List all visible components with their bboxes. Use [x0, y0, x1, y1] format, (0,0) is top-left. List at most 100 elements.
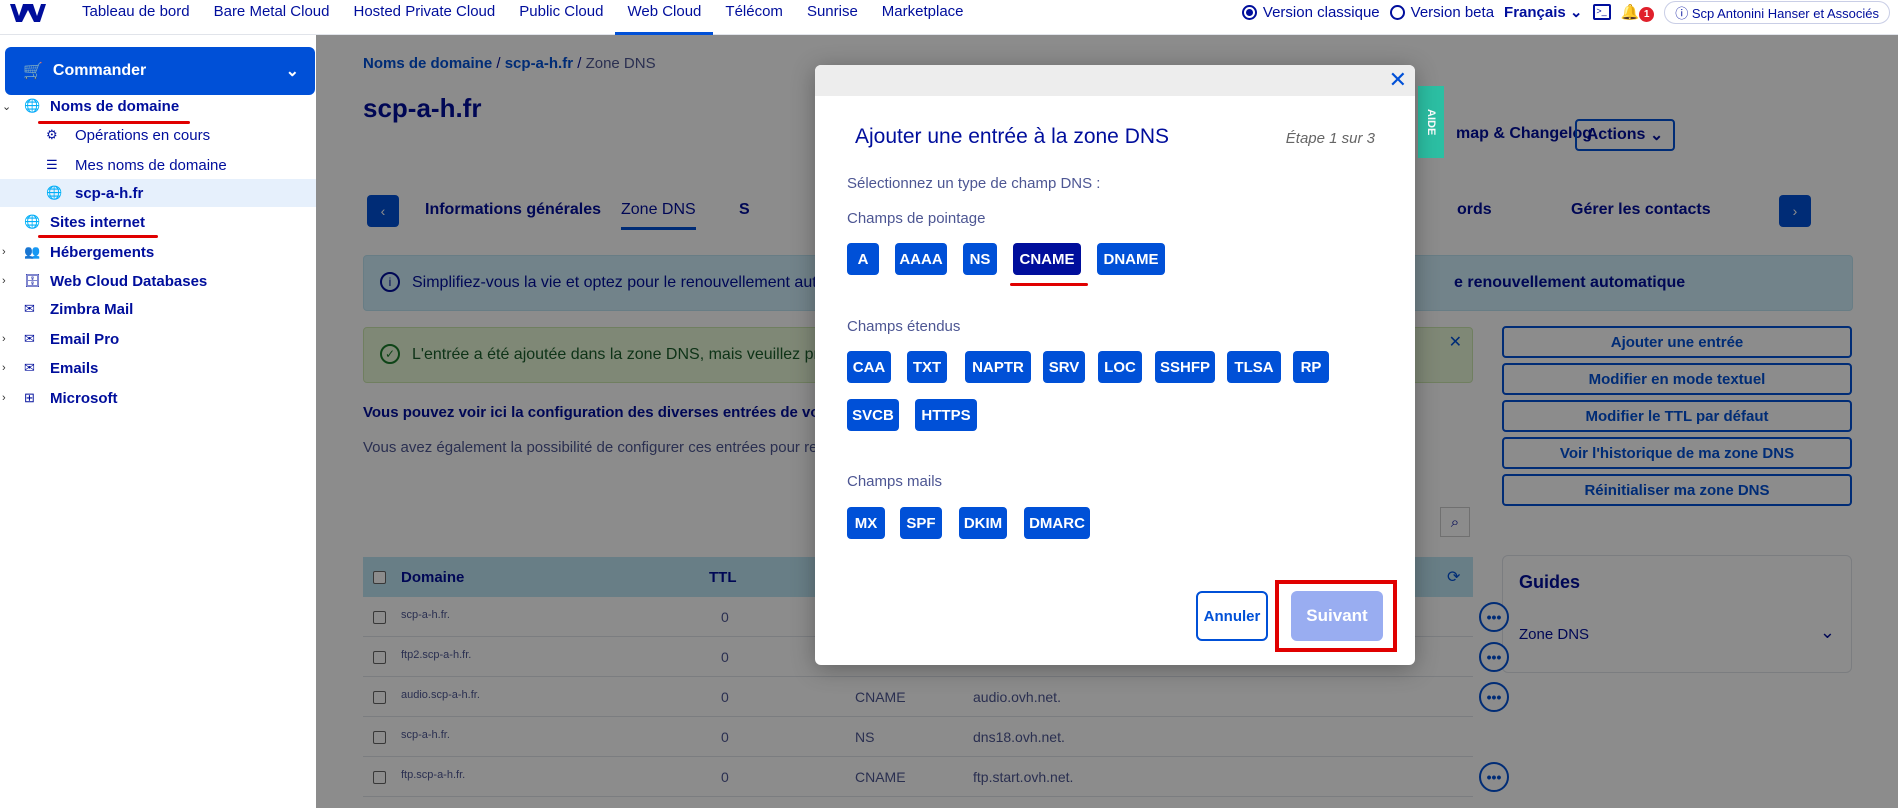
sidebar-item[interactable]: 🌐 scp-a-h.fr [0, 179, 316, 207]
sidebar-item[interactable]: › 👥 Hébergements [0, 238, 316, 266]
notification-count: 1 [1639, 6, 1655, 22]
ovh-logo[interactable] [8, 2, 48, 24]
bell-icon: 🔔 [1620, 3, 1640, 21]
nav-item[interactable]: Public Cloud [507, 0, 615, 35]
dns-type-chip[interactable]: MX [847, 507, 885, 539]
sidebar-item-label: Mes noms de domaine [75, 156, 227, 174]
sidebar-item[interactable]: › ✉ Emails [0, 354, 316, 382]
cart-icon: 🛒 [23, 63, 43, 80]
nav-item[interactable]: Marketplace [870, 0, 976, 35]
dns-type-chip[interactable]: SPF [900, 507, 942, 539]
sidebar-item[interactable]: › 🗄 Web Cloud Databases [0, 267, 316, 295]
version-classic-label: Version classique [1262, 3, 1380, 21]
windows-icon: ⊞ [24, 390, 35, 405]
sidebar-item-label: Web Cloud Databases [50, 272, 208, 290]
dns-type-chip[interactable]: LOC [1098, 351, 1142, 383]
commander-button[interactable]: 🛒 Commander ⌄ [5, 47, 315, 95]
sidebar-item-label: scp-a-h.fr [75, 184, 144, 202]
sidebar: 🛒 Commander ⌄ ⌄ 🌐 Noms de domaine ⚙ Opératio… [0, 35, 316, 808]
dns-type-chip[interactable]: SVCB [847, 399, 899, 431]
nav-item[interactable]: Sunrise [795, 0, 870, 35]
annotation-highlight-box [1275, 580, 1397, 652]
nav-item[interactable]: Web Cloud [615, 0, 714, 35]
group-pointage-label: Champs de pointage [847, 210, 986, 227]
chevron-right-icon[interactable]: › [2, 275, 6, 287]
radio-unchecked-icon [1389, 5, 1405, 21]
cancel-button[interactable]: Annuler [1196, 591, 1268, 641]
sidebar-item-label: Sites internet [50, 213, 146, 231]
globe-icon: 🌐 [24, 214, 41, 229]
annotation-underline [38, 121, 190, 124]
sidebar-item[interactable]: ⌄ 🌐 Noms de domaine [0, 92, 316, 120]
sidebar-item-label: Zimbra Mail [50, 300, 134, 318]
chevron-down-icon[interactable]: ⌄ [2, 100, 11, 113]
version-beta-radio[interactable]: Version beta [1389, 3, 1495, 21]
radio-checked-icon [1241, 5, 1257, 21]
dns-type-chip[interactable]: SSHFP [1155, 351, 1215, 383]
commander-label: Commander [52, 62, 147, 79]
nav-item[interactable]: Télécom [713, 0, 795, 35]
sidebar-item-label: Opérations en cours [75, 126, 211, 144]
dns-type-chip[interactable]: SRV [1043, 351, 1085, 383]
add-dns-entry-modal: ✕ Ajouter une entrée à la zone DNS Étape… [815, 65, 1415, 665]
dns-type-chip[interactable]: DKIM [959, 507, 1007, 539]
close-icon[interactable]: ✕ [1389, 69, 1407, 91]
mail-icon: ✉ [24, 331, 35, 346]
users-icon: 👥 [24, 244, 41, 259]
top-navigation: Tableau de bord Bare Metal Cloud Hosted Pr… [0, 0, 1898, 35]
modal-prompt: Sélectionnez un type de champ DNS : [847, 175, 1101, 192]
database-icon: 🗄 [24, 273, 41, 288]
mail-icon: ✉ [24, 360, 35, 375]
help-tab[interactable]: AIDE [1418, 86, 1444, 158]
mail-icon: ✉ [24, 301, 35, 316]
sidebar-item[interactable]: 🌐 Sites internet [0, 208, 316, 236]
dns-type-chip[interactable]: CAA [847, 351, 891, 383]
dns-type-chip[interactable]: TXT [907, 351, 947, 383]
dns-type-chip[interactable]: TLSA [1227, 351, 1281, 383]
sidebar-item[interactable]: › ⊞ Microsoft [0, 384, 316, 412]
sidebar-item[interactable]: ⚙ Opérations en cours [0, 121, 316, 149]
dns-type-chip[interactable]: DMARC [1024, 507, 1090, 539]
sidebar-item-label: Emails [50, 359, 99, 377]
nav-item[interactable]: Hosted Private Cloud [342, 0, 508, 35]
dns-type-chip[interactable]: AAAA [895, 243, 947, 275]
notifications-button[interactable]: 🔔 1 [1621, 3, 1655, 22]
sidebar-item-label: Email Pro [50, 330, 120, 348]
sidebar-item-label: Noms de domaine [50, 97, 180, 115]
dns-type-chip[interactable]: DNAME [1097, 243, 1165, 275]
annotation-underline [38, 235, 158, 238]
language-label: Français [1504, 4, 1566, 21]
dns-type-chip[interactable]: NAPTR [965, 351, 1031, 383]
version-beta-label: Version beta [1410, 3, 1495, 21]
chevron-down-icon: ⌄ [285, 63, 299, 80]
version-classic-radio[interactable]: Version classique [1241, 3, 1380, 21]
nav-item[interactable]: Bare Metal Cloud [202, 0, 342, 35]
language-select[interactable]: Français ⌄ [1504, 3, 1582, 21]
sidebar-item[interactable]: ☰ Mes noms de domaine [0, 151, 316, 179]
terminal-icon[interactable]: >_ [1592, 4, 1611, 20]
chevron-right-icon[interactable]: › [2, 246, 6, 258]
sidebar-item[interactable]: ✉ Zimbra Mail [0, 295, 316, 323]
chevron-right-icon[interactable]: › [2, 392, 6, 404]
globe-icon: 🌐 [46, 185, 63, 200]
gear-icon: ⚙ [46, 127, 58, 142]
list-icon: ☰ [46, 157, 58, 172]
account-menu[interactable]: ⓘ Scp Antonini Hanser et Associés [1664, 0, 1890, 24]
nav-item[interactable]: Tableau de bord [70, 0, 202, 35]
sidebar-item[interactable]: › ✉ Email Pro [0, 325, 316, 353]
dns-type-chip[interactable]: A [847, 243, 879, 275]
modal-header-bar: ✕ [815, 65, 1415, 96]
sidebar-item-label: Hébergements [50, 243, 155, 261]
group-mails-label: Champs mails [847, 473, 943, 490]
dns-type-chip[interactable]: RP [1293, 351, 1329, 383]
modal-title: Ajouter une entrée à la zone DNS [855, 125, 1170, 148]
chevron-right-icon[interactable]: › [2, 362, 6, 374]
modal-step: Étape 1 sur 3 [1285, 130, 1375, 147]
chevron-right-icon[interactable]: › [2, 333, 6, 345]
account-name: Scp Antonini Hanser et Associés [1691, 5, 1879, 21]
dns-type-chip[interactable]: CNAME [1013, 243, 1081, 275]
globe-icon: 🌐 [24, 98, 41, 113]
dns-type-chip[interactable]: NS [963, 243, 997, 275]
dns-type-chip[interactable]: HTTPS [915, 399, 977, 431]
user-icon: ⓘ [1675, 5, 1689, 21]
